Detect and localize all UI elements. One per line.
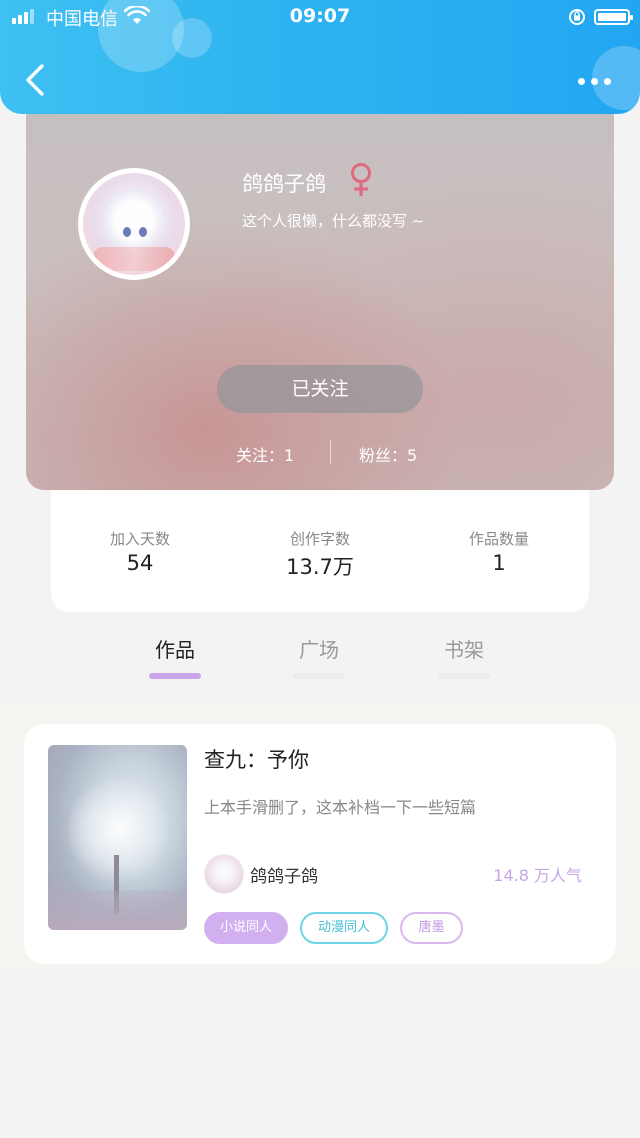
tab-square[interactable]: 广场 bbox=[269, 634, 369, 679]
rotation-lock-icon bbox=[569, 9, 585, 25]
work-title[interactable]: 查九：予你 bbox=[204, 744, 309, 774]
following-button[interactable]: 已关注 bbox=[217, 365, 423, 413]
profile-username: 鸽鸽子鸽 bbox=[242, 172, 326, 196]
female-symbol-icon bbox=[351, 163, 371, 196]
stat-value: 54 bbox=[126, 551, 154, 575]
tab-works[interactable]: 作品 bbox=[125, 634, 225, 679]
book-cover-image[interactable] bbox=[48, 745, 187, 930]
popularity-count: 14.8 万人气 bbox=[493, 866, 582, 885]
back-arrow-icon[interactable] bbox=[20, 62, 54, 98]
followers-count[interactable]: 粉丝：5 bbox=[359, 442, 417, 466]
profile-card: 鸽鸽子鸽 这个人很懒，什么都没写 ~ 已关注 关注：1 粉丝：5 bbox=[26, 90, 614, 490]
tab-label: 书架 bbox=[444, 638, 484, 662]
profile-bio: 这个人很懒，什么都没写 ~ bbox=[242, 212, 425, 230]
tab-indicator bbox=[149, 673, 201, 679]
stats-card: 加入天数 54 创作字数 13.7万 作品数量 1 bbox=[51, 478, 589, 612]
author-name[interactable]: 鸽鸽子鸽 bbox=[250, 862, 318, 887]
tab-label: 作品 bbox=[155, 638, 195, 662]
status-bar: 中国电信 09:07 bbox=[0, 0, 640, 34]
top-header: 中国电信 09:07 bbox=[0, 0, 640, 114]
stat-label: 加入天数 bbox=[109, 530, 170, 548]
tab-bookshelf[interactable]: 书架 bbox=[414, 634, 514, 679]
work-description: 上本手滑删了，这本补档一下一些短篇 bbox=[204, 798, 477, 817]
avatar-image bbox=[83, 173, 185, 275]
stat-join-days: 加入天数 54 bbox=[70, 528, 210, 575]
tag-anime-fanfic[interactable]: 动漫同人 bbox=[300, 912, 388, 944]
stat-value: 13.7万 bbox=[286, 555, 354, 579]
tag-tangmo[interactable]: 唐墨 bbox=[400, 912, 463, 944]
stat-label: 创作字数 bbox=[289, 530, 350, 548]
more-options-icon[interactable] bbox=[574, 72, 614, 90]
stat-value: 1 bbox=[492, 551, 506, 575]
follow-stats: 关注：1 粉丝：5 bbox=[26, 440, 614, 466]
tab-indicator bbox=[293, 673, 345, 679]
avatar[interactable] bbox=[78, 168, 190, 280]
author-avatar[interactable] bbox=[204, 854, 244, 894]
stat-work-count: 作品数量 1 bbox=[429, 528, 569, 575]
following-count[interactable]: 关注：1 bbox=[236, 442, 294, 466]
stat-label: 作品数量 bbox=[468, 530, 529, 548]
profile-tabs: 作品 广场 书架 bbox=[0, 620, 640, 680]
tab-label: 广场 bbox=[299, 638, 339, 662]
work-card[interactable]: 查九：予你 上本手滑删了，这本补档一下一些短篇 鸽鸽子鸽 14.8 万人气 小说… bbox=[24, 724, 616, 964]
divider bbox=[330, 440, 331, 464]
tag-novel-fanfic[interactable]: 小说同人 bbox=[204, 912, 288, 944]
battery-icon bbox=[594, 9, 633, 25]
tab-indicator bbox=[438, 673, 490, 679]
stat-word-count: 创作字数 13.7万 bbox=[250, 528, 390, 581]
clock: 09:07 bbox=[289, 5, 351, 27]
